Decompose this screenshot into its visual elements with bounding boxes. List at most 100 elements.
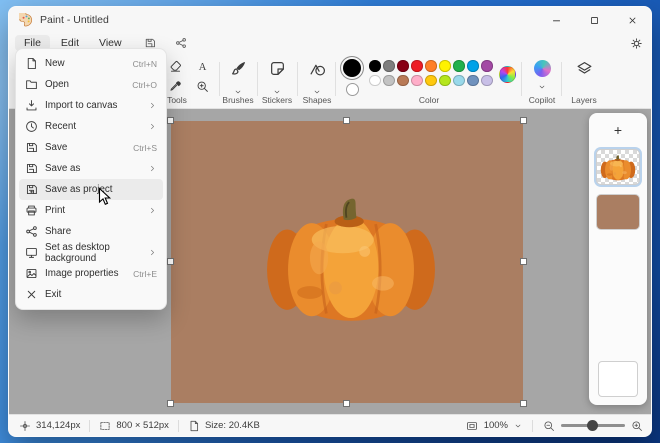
color-swatch-5[interactable] — [439, 60, 451, 72]
statusbar-separator — [178, 420, 179, 432]
file-menu-item-open[interactable]: OpenCtrl+O — [19, 74, 163, 95]
properties-icon — [25, 267, 38, 280]
cursor-position-value: 314,124px — [36, 420, 80, 431]
text-tool-icon[interactable]: A — [191, 58, 213, 76]
file-size-icon — [188, 420, 200, 432]
file-menu-item-recent[interactable]: Recent — [19, 116, 163, 137]
brush-icon — [230, 60, 247, 82]
color-swatch-10[interactable] — [383, 75, 395, 87]
foreground-color-swatch[interactable] — [343, 59, 361, 77]
submenu-chevron-icon — [148, 122, 157, 131]
file-size-value: Size: 20.4KB — [205, 420, 260, 431]
chevron-down-icon — [538, 78, 546, 96]
file-menu-item-label: Share — [45, 226, 71, 237]
eyedropper-tool-icon[interactable] — [164, 78, 186, 96]
color-swatch-6[interactable] — [453, 60, 465, 72]
close-button[interactable] — [613, 7, 651, 33]
stickers-label: Stickers — [259, 95, 295, 105]
copilot-group: Copilot — [523, 55, 561, 107]
color-swatch-1[interactable] — [383, 60, 395, 72]
file-menu-item-import-to-canvas[interactable]: Import to canvas — [19, 95, 163, 116]
selection-handle-tl[interactable] — [167, 117, 174, 124]
color-swatch-2[interactable] — [397, 60, 409, 72]
color-swatch-4[interactable] — [425, 60, 437, 72]
ribbon-separator — [297, 62, 298, 96]
canvas-background-thumbnail[interactable] — [598, 361, 638, 397]
selection-size-icon — [99, 420, 111, 432]
selection-handle-bl[interactable] — [167, 400, 174, 407]
open-icon — [25, 78, 38, 91]
selection-handle-br[interactable] — [520, 400, 527, 407]
fit-to-screen-icon[interactable] — [466, 420, 478, 432]
selection-handle-tr[interactable] — [520, 117, 527, 124]
save-project-icon — [25, 183, 38, 196]
color-swatch-13[interactable] — [425, 75, 437, 87]
color-swatch-12[interactable] — [411, 75, 423, 87]
window-title: Paint - Untitled — [40, 14, 109, 26]
color-swatch-8[interactable] — [481, 60, 493, 72]
file-menu-item-save-as-project[interactable]: Save as project — [19, 179, 163, 200]
color-swatch-11[interactable] — [397, 75, 409, 87]
file-menu-item-save-as[interactable]: Save as — [19, 158, 163, 179]
color-wheel-button[interactable] — [499, 66, 516, 83]
submenu-chevron-icon — [148, 101, 157, 110]
save-icon — [25, 141, 38, 154]
color-swatch-0[interactable] — [369, 60, 381, 72]
file-menu-item-label: Set as desktop background — [45, 242, 141, 264]
file-menu-item-label: Exit — [45, 289, 61, 300]
color-swatch-14[interactable] — [439, 75, 451, 87]
copilot-button[interactable] — [523, 55, 561, 96]
selection-handle-mr[interactable] — [520, 258, 527, 265]
file-menu-item-new[interactable]: NewCtrl+N — [19, 53, 163, 74]
file-menu-item-label: Print — [45, 205, 65, 216]
mouse-cursor — [98, 187, 112, 212]
selection-handle-tm[interactable] — [343, 117, 350, 124]
zoom-level[interactable]: 100% — [484, 420, 508, 431]
color-swatch-15[interactable] — [453, 75, 465, 87]
selection-size-value: 800 × 512px — [116, 420, 169, 431]
settings-gear-icon[interactable] — [630, 37, 643, 50]
sticker-icon — [269, 60, 286, 82]
color-swatch-7[interactable] — [467, 60, 479, 72]
layers-icon — [576, 60, 593, 82]
color-swatch-16[interactable] — [467, 75, 479, 87]
share-icon[interactable] — [169, 37, 193, 49]
layers-group: Layers — [563, 55, 605, 107]
color-swatch-17[interactable] — [481, 75, 493, 87]
maximize-button[interactable] — [575, 7, 613, 33]
menu-shortcut: Ctrl+N — [133, 59, 157, 69]
canvas[interactable] — [171, 121, 523, 403]
add-layer-button[interactable]: + — [607, 120, 629, 140]
color-swatch-3[interactable] — [411, 60, 423, 72]
file-menu-item-print[interactable]: Print — [19, 200, 163, 221]
submenu-chevron-icon — [148, 248, 157, 257]
file-menu-item-set-as-desktop-background[interactable]: Set as desktop background — [19, 242, 163, 263]
shapes-icon — [309, 60, 326, 82]
statusbar: 314,124px 800 × 512px Size: 20.4KB 100% — [9, 414, 652, 436]
eraser-tool-icon[interactable] — [164, 58, 186, 76]
file-menu-item-exit[interactable]: Exit — [19, 284, 163, 305]
file-menu-item-share[interactable]: Share — [19, 221, 163, 242]
zoom-slider-thumb[interactable] — [587, 420, 598, 431]
selection-handle-ml[interactable] — [167, 258, 174, 265]
submenu-chevron-icon — [148, 206, 157, 215]
magnifier-tool-icon[interactable] — [191, 78, 213, 96]
zoom-dropdown-chevron-icon[interactable] — [514, 422, 522, 430]
file-menu-item-save[interactable]: SaveCtrl+S — [19, 137, 163, 158]
zoom-in-icon[interactable] — [631, 420, 643, 432]
layer-thumbnail-background-color[interactable] — [596, 194, 640, 230]
desktop-icon — [25, 246, 38, 259]
color-swatch-9[interactable] — [369, 75, 381, 87]
zoom-slider[interactable] — [561, 424, 625, 427]
selection-handle-bm[interactable] — [343, 400, 350, 407]
import-icon — [25, 99, 38, 112]
svg-text:A: A — [198, 62, 206, 73]
brushes-group: Brushes — [221, 55, 255, 107]
minimize-button[interactable] — [537, 7, 575, 33]
file-menu-item-image-properties[interactable]: Image propertiesCtrl+E — [19, 263, 163, 284]
file-menu-item-label: Recent — [45, 121, 76, 132]
layer-thumbnail-pumpkin[interactable] — [596, 149, 640, 185]
color-label: Color — [339, 95, 519, 105]
layers-button[interactable] — [563, 55, 605, 82]
zoom-out-icon[interactable] — [543, 420, 555, 432]
